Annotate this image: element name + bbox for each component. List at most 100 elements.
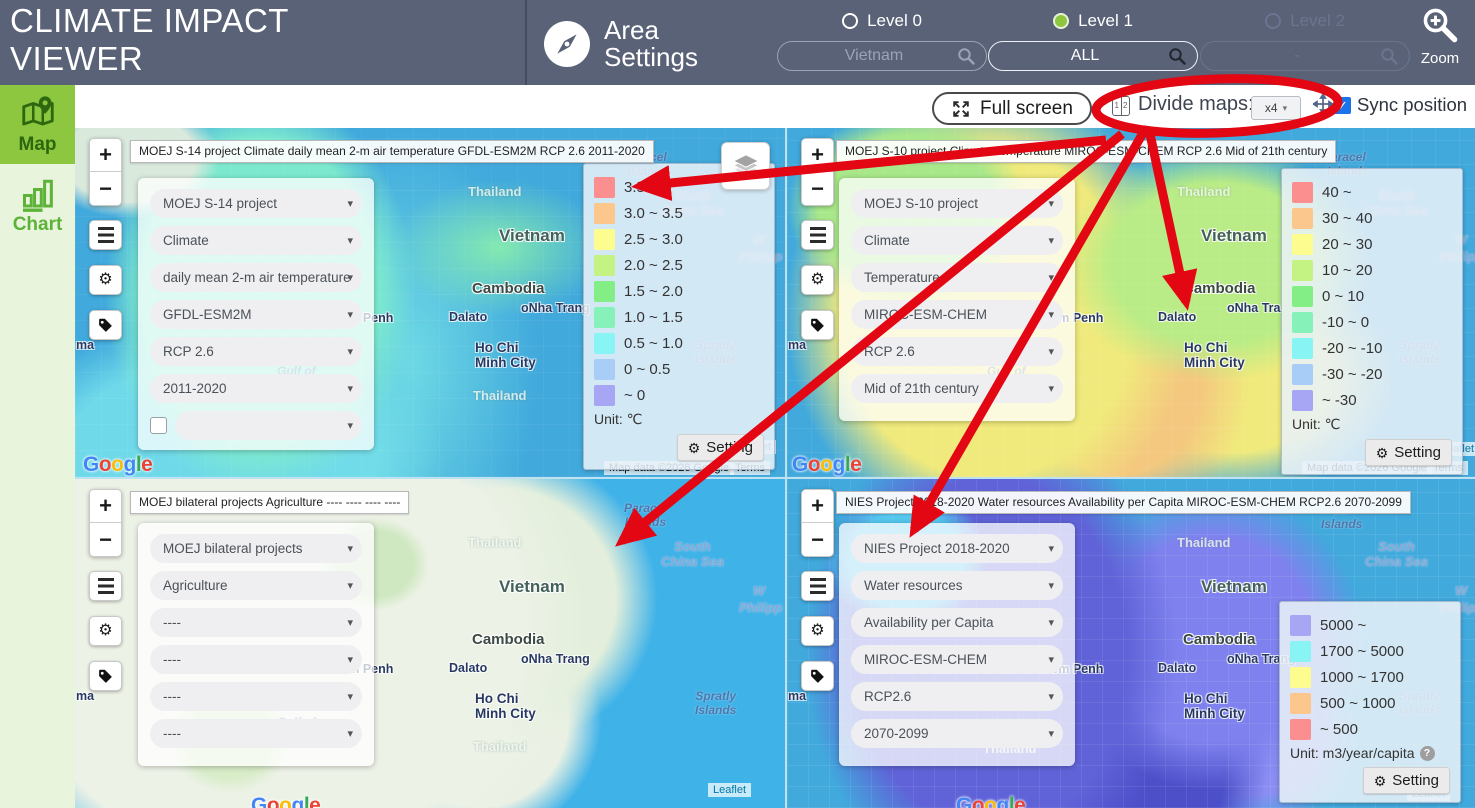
google-logo[interactable]: Google: [792, 453, 861, 477]
help-icon[interactable]: ?: [1420, 746, 1435, 761]
zoom-in-button[interactable]: +: [802, 490, 833, 523]
legend-row: 1.0 ~ 1.5: [594, 304, 764, 330]
search-icon: [1380, 47, 1399, 66]
legend-setting-button[interactable]: ⚙Setting: [677, 434, 764, 461]
extra-layer-row: ▾: [150, 411, 362, 440]
zoom-in-button[interactable]: +: [802, 139, 833, 172]
map-select[interactable]: Availability per Capita▾: [851, 608, 1063, 637]
map-select[interactable]: MOEJ bilateral projects▾: [150, 534, 362, 563]
legend-setting-button[interactable]: ⚙Setting: [1365, 439, 1452, 466]
level-2-search-input[interactable]: [1201, 42, 1409, 70]
legend-row: 10 ~ 20: [1292, 257, 1452, 283]
map-select[interactable]: RCP2.6▾: [851, 682, 1063, 711]
level-2-radio-row[interactable]: Level 2: [1200, 10, 1410, 32]
map-select[interactable]: Agriculture▾: [150, 571, 362, 600]
map-settings-button[interactable]: ⚙: [801, 616, 834, 646]
zoom-control: + −: [801, 138, 834, 206]
map-panel-3[interactable]: ThailandBangkokVietnamCambodiaPhnom Penh…: [75, 479, 785, 808]
level-2-search[interactable]: [1200, 41, 1410, 71]
map-select[interactable]: 2011-2020▾: [150, 374, 362, 403]
sidebar-tab-chart[interactable]: Chart: [0, 164, 75, 248]
divide-maps-icon: 12: [1112, 96, 1130, 116]
divide-maps-select[interactable]: x4▾: [1251, 96, 1301, 120]
map-select[interactable]: Mid of 21th century▾: [851, 374, 1063, 403]
map-settings-button[interactable]: ⚙: [89, 265, 122, 295]
map-select[interactable]: 2070-2099▾: [851, 719, 1063, 748]
zoom-out-button[interactable]: −: [90, 172, 121, 205]
chevron-down-icon: ▾: [1048, 690, 1054, 703]
level-0-radio-row[interactable]: Level 0: [777, 10, 987, 32]
app-title: CLIMATE IMPACT VIEWER: [10, 2, 289, 78]
level-0-radio[interactable]: [842, 13, 858, 29]
tag-button[interactable]: [801, 310, 834, 340]
legend-label: ~ 0: [624, 387, 645, 404]
level-1-label: Level 1: [1078, 11, 1133, 31]
legend-swatch: [1290, 719, 1311, 740]
legend-unit: Unit: m3/year/capita?: [1290, 745, 1450, 761]
map-panel-4[interactable]: ThailandBangkokVietnamCambodiaPhnom Penh…: [787, 479, 1475, 808]
layer-list-button[interactable]: [89, 571, 122, 601]
full-screen-button[interactable]: Full screen: [932, 92, 1092, 125]
layer-list-button[interactable]: [801, 571, 834, 601]
legend-unit: Unit: ℃: [594, 411, 764, 428]
level-1-radio-row[interactable]: Level 1: [988, 10, 1198, 32]
zoom-in-button[interactable]: +: [90, 490, 121, 523]
map-select[interactable]: daily mean 2-m air temperature▾: [150, 263, 362, 292]
zoom-out-button[interactable]: −: [90, 523, 121, 556]
map-select[interactable]: Temperature▾: [851, 263, 1063, 292]
level-1-radio[interactable]: [1053, 13, 1069, 29]
zoom-out-button[interactable]: −: [802, 172, 833, 205]
map-select[interactable]: RCP 2.6▾: [150, 337, 362, 366]
level-2-radio[interactable]: [1265, 13, 1281, 29]
map-select[interactable]: ----▾: [150, 682, 362, 711]
map-select[interactable]: Climate▾: [150, 226, 362, 255]
search-icon[interactable]: [1168, 47, 1187, 66]
map-select[interactable]: ----▾: [150, 719, 362, 748]
map-settings-button[interactable]: ⚙: [801, 265, 834, 295]
map-settings-button[interactable]: ⚙: [89, 616, 122, 646]
map-select[interactable]: MOEJ S-10 project▾: [851, 189, 1063, 218]
zoom-tool-button[interactable]: Zoom: [1411, 6, 1469, 67]
map-select[interactable]: Climate▾: [851, 226, 1063, 255]
sidebar: Map Chart: [0, 85, 75, 808]
search-icon[interactable]: [957, 47, 976, 66]
zoom-out-button[interactable]: −: [802, 523, 833, 556]
divide-maps-label: Divide maps:: [1138, 93, 1254, 116]
map-select[interactable]: Water resources▾: [851, 571, 1063, 600]
legend-setting-button[interactable]: ⚙Setting: [1363, 767, 1450, 794]
legend-row: 40 ~: [1292, 179, 1452, 205]
map-select[interactable]: NIES Project 2018-2020▾: [851, 534, 1063, 563]
level-0-search-input[interactable]: [778, 42, 986, 70]
layer-checkbox[interactable]: [150, 417, 167, 434]
map-select[interactable]: ----▾: [150, 645, 362, 674]
map-select[interactable]: GFDL-ESM2M▾: [150, 300, 362, 329]
layer-list-button[interactable]: [89, 220, 122, 250]
legend-row: 5000 ~: [1290, 612, 1450, 638]
sidebar-tab-map[interactable]: Map: [0, 85, 75, 164]
legend-swatch: [1292, 390, 1313, 411]
legend-swatch: [1292, 260, 1313, 281]
map-panel-1[interactable]: ThailandBangkokVietnamCambodiaPhnom Penh…: [75, 128, 785, 477]
tag-button[interactable]: [89, 661, 122, 691]
tag-button[interactable]: [89, 310, 122, 340]
google-logo[interactable]: Google: [956, 794, 1025, 808]
layers-control-button[interactable]: [721, 142, 770, 190]
map-select[interactable]: ----▾: [150, 608, 362, 637]
google-logo[interactable]: Google: [251, 794, 320, 808]
map-select-empty[interactable]: ▾: [175, 411, 362, 440]
level-1-search[interactable]: [988, 41, 1198, 71]
sync-checkbox[interactable]: ✓: [1334, 97, 1351, 114]
tag-button[interactable]: [801, 661, 834, 691]
map-panel-2[interactable]: ThailandBangkokVietnamCambodiaPhnom Penh…: [787, 128, 1475, 477]
zoom-in-button[interactable]: +: [90, 139, 121, 172]
map-select[interactable]: MIROC-ESM-CHEM▾: [851, 645, 1063, 674]
layer-list-button[interactable]: [801, 220, 834, 250]
legend-row: 500 ~ 1000: [1290, 690, 1450, 716]
google-logo[interactable]: Google: [83, 453, 152, 477]
map-select[interactable]: MIROC-ESM-CHEM▾: [851, 300, 1063, 329]
level-0-search[interactable]: [777, 41, 987, 71]
map-select[interactable]: MOEJ S-14 project▾: [150, 189, 362, 218]
leaflet-link[interactable]: Leaflet: [708, 783, 751, 797]
level-1-search-input[interactable]: [989, 42, 1197, 70]
map-select[interactable]: RCP 2.6▾: [851, 337, 1063, 366]
